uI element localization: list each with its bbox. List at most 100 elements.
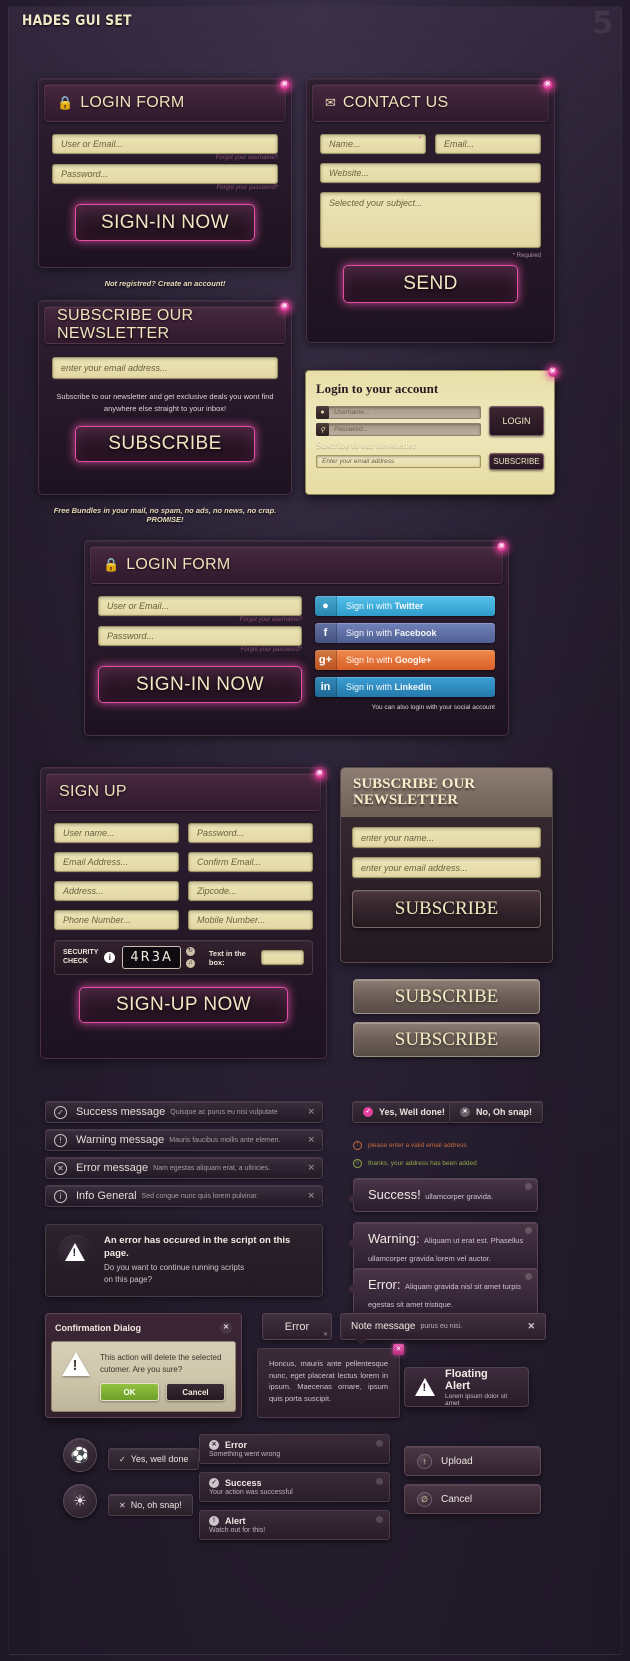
- contact-name-input[interactable]: Name... *: [320, 134, 426, 154]
- forgot-username-link[interactable]: Forgot your username?: [98, 617, 302, 623]
- close-icon[interactable]: ✕: [527, 1321, 535, 1332]
- check-circle-icon: ✓: [209, 1478, 219, 1488]
- newsletter-email-input[interactable]: enter your email address...: [52, 357, 278, 379]
- validation-success-line: ☺ thanks, your address has been added: [353, 1159, 477, 1168]
- contact-subject-textarea[interactable]: Selected your subject...: [320, 192, 541, 248]
- avatar-icon-2[interactable]: ☀: [63, 1484, 97, 1518]
- page-number: 5: [592, 6, 613, 41]
- newsletter-brown-name-input[interactable]: enter your name...: [352, 827, 541, 849]
- alert-subtitle: Quisque ac purus eu nisi vulputate: [170, 1108, 278, 1116]
- close-icon[interactable]: ✕: [307, 1107, 315, 1118]
- close-icon[interactable]: [525, 1183, 532, 1190]
- close-icon[interactable]: [525, 1273, 532, 1280]
- close-icon[interactable]: ✕: [220, 1322, 232, 1334]
- bubble-title: Warning:: [368, 1231, 420, 1246]
- contact-email-input[interactable]: Email...: [435, 134, 541, 154]
- signup-zipcode-input[interactable]: Zipcode...: [188, 881, 313, 901]
- send-button[interactable]: SEND: [343, 265, 518, 303]
- social-password-input[interactable]: Password...: [98, 626, 302, 646]
- warning-triangle-icon: [415, 1378, 435, 1396]
- close-icon[interactable]: ✕: [323, 1331, 328, 1338]
- signup-confirm-email-input[interactable]: Confirm Email...: [188, 852, 313, 872]
- contact-website-input[interactable]: Website...: [320, 163, 541, 183]
- captcha-answer-input[interactable]: [261, 950, 304, 965]
- forgot-password-link[interactable]: Forgot your password?: [98, 647, 302, 653]
- alert-bar-info[interactable]: i Info General Sed congue nunc quis lore…: [45, 1185, 323, 1207]
- login-user-input[interactable]: User or Email...: [52, 134, 278, 154]
- login-form-caption[interactable]: Not registred? Create an account!: [38, 279, 292, 288]
- signup-password-input[interactable]: Password...: [188, 823, 313, 843]
- signup-email-input[interactable]: Email Address...: [54, 852, 179, 872]
- subscribe-button-gray-2[interactable]: SUBSCRIBE: [353, 1022, 540, 1057]
- alert-bar-warning[interactable]: ! Warning message Mauris faucibus mollis…: [45, 1129, 323, 1151]
- pill-yes-well-done[interactable]: ✓ Yes, Well done!: [352, 1101, 456, 1123]
- info-icon[interactable]: i: [104, 952, 116, 963]
- login-password-input[interactable]: Password...: [52, 164, 278, 184]
- sign-in-now-button[interactable]: SIGN-IN NOW: [98, 666, 302, 703]
- contact-name-placeholder: Name...: [329, 139, 361, 149]
- login-form-title: LOGIN FORM: [80, 94, 185, 111]
- account-login-button[interactable]: LOGIN: [489, 406, 544, 436]
- forgot-password-link[interactable]: Forgot your password?: [52, 185, 278, 191]
- signup-phone-input[interactable]: Phone Number...: [54, 910, 179, 930]
- warning-triangle-icon: [58, 1235, 92, 1269]
- cancel-action-button[interactable]: ∅ Cancel: [404, 1484, 541, 1514]
- signup-mobile-input[interactable]: Mobile Number...: [188, 910, 313, 930]
- close-icon[interactable]: ✕: [307, 1191, 315, 1202]
- account-username-input[interactable]: ● Username...: [316, 406, 481, 419]
- close-icon[interactable]: ✕: [543, 80, 553, 90]
- close-icon[interactable]: ✕: [315, 769, 325, 779]
- signup-address-input[interactable]: Address...: [54, 881, 179, 901]
- close-icon[interactable]: ✕: [307, 1163, 315, 1174]
- ok-button[interactable]: OK: [100, 1383, 159, 1402]
- avatar-icon-1[interactable]: ⚽: [63, 1438, 97, 1472]
- close-icon[interactable]: [376, 1440, 383, 1447]
- social-user-placeholder: User or Email...: [107, 601, 170, 611]
- account-subscribe-button[interactable]: SUBSCRIBE: [489, 453, 544, 470]
- account-password-input[interactable]: ⚲ Password...: [316, 423, 481, 436]
- subscribe-button-gray-1[interactable]: SUBSCRIBE: [353, 979, 540, 1014]
- sign-in-now-button[interactable]: SIGN-IN NOW: [75, 204, 255, 241]
- newsletter-brown-subscribe-button[interactable]: SUBSCRIBE: [352, 890, 541, 929]
- close-icon[interactable]: ✕: [548, 367, 558, 377]
- twitter-network: Twitter: [394, 601, 424, 611]
- close-icon[interactable]: [376, 1478, 383, 1485]
- forgot-username-link[interactable]: Forgot your username?: [52, 155, 278, 161]
- upload-button[interactable]: ↑ Upload: [404, 1446, 541, 1476]
- cancel-button[interactable]: Cancel: [166, 1383, 225, 1402]
- ban-icon: ∅: [417, 1491, 432, 1507]
- bubble-title: Success!: [368, 1187, 421, 1202]
- social-login-panel: 🔒 LOGIN FORM ✕ User or Email... Forgot y…: [84, 540, 509, 736]
- subscribe-button[interactable]: SUBSCRIBE: [75, 426, 255, 462]
- newsletter-title: SUBSCRIBE OUR NEWSLETTER: [57, 307, 194, 342]
- alert-bar-error[interactable]: ✕ Error message Nam egestas aliquam erat…: [45, 1157, 323, 1179]
- newsletter-brown-email-input[interactable]: enter your email address...: [352, 857, 541, 879]
- required-note: * Required: [512, 253, 541, 259]
- close-icon[interactable]: [376, 1516, 383, 1523]
- signup-username-input[interactable]: User name...: [54, 823, 179, 843]
- bottom-pill-yes[interactable]: ✓ Yes, well done: [108, 1448, 200, 1470]
- refresh-icon[interactable]: ↻: [185, 947, 195, 956]
- close-icon[interactable]: ✕: [393, 1344, 404, 1355]
- alert-bar-success[interactable]: ✓ Success message Quisque ac purus eu ni…: [45, 1101, 323, 1123]
- close-icon[interactable]: ✕: [280, 302, 290, 312]
- account-email-input[interactable]: Enter your email address: [316, 455, 481, 468]
- facebook-signin-button[interactable]: f Sign in with Facebook: [315, 623, 495, 643]
- close-icon[interactable]: ✕: [497, 542, 507, 552]
- note-message: Note message purus eu nisi. ✕: [340, 1313, 546, 1345]
- social-user-input[interactable]: User or Email...: [98, 596, 302, 616]
- linkedin-signin-button[interactable]: in Sign in with Linkedin: [315, 677, 495, 697]
- captcha-controls[interactable]: ↻ ♫: [185, 947, 195, 968]
- error-tab[interactable]: Error ✕: [262, 1313, 332, 1340]
- bottom-pill-no[interactable]: ✕ No, oh snap!: [108, 1494, 193, 1516]
- pill-no-oh-snap[interactable]: ✕ No, Oh snap!: [449, 1101, 543, 1123]
- audio-icon[interactable]: ♫: [185, 959, 195, 968]
- close-icon[interactable]: ✕: [280, 80, 290, 90]
- close-icon[interactable]: [525, 1227, 532, 1234]
- twitter-signin-button[interactable]: ● Sign in with Twitter: [315, 596, 495, 616]
- sign-up-now-button[interactable]: SIGN-UP NOW: [79, 987, 288, 1023]
- account-email-placeholder: Enter your email address: [322, 458, 395, 465]
- close-icon[interactable]: ✕: [307, 1135, 315, 1146]
- googleplus-signin-button[interactable]: g+ Sign In with Google+: [315, 650, 495, 670]
- security-label-line2: CHECK: [63, 957, 88, 965]
